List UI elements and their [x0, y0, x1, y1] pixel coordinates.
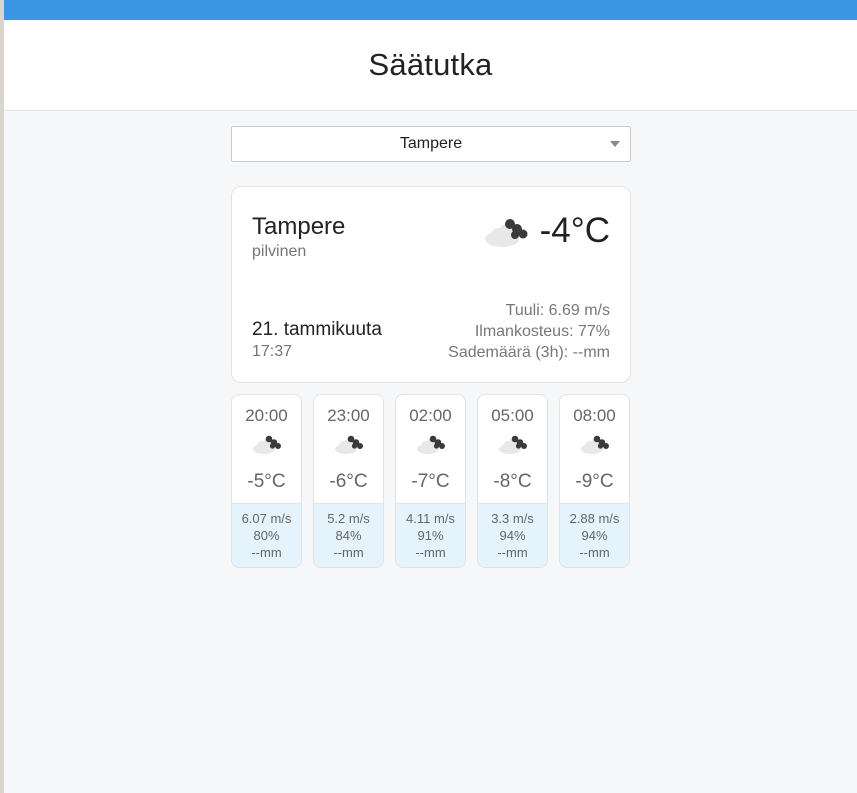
forecast-temp: -9°C [575, 471, 614, 492]
forecast-card: 05:00 -8°C 3.3 m/s 94% --mm [477, 394, 548, 568]
forecast-details: 2.88 m/s 94% --mm [560, 503, 629, 567]
wind-text: Tuuli: 6.69 m/s [505, 302, 610, 319]
city-select[interactable]: Tampere [231, 126, 631, 162]
forecast-wind: 5.2 m/s [327, 511, 370, 526]
forecast-time: 05:00 [491, 406, 534, 425]
current-details: Tuuli: 6.69 m/s Ilmankosteus: 77% Sademä… [448, 300, 610, 363]
forecast-precip: --mm [497, 545, 528, 560]
forecast-temp: -6°C [329, 471, 368, 492]
forecast-details: 3.3 m/s 94% --mm [478, 503, 547, 567]
chevron-down-icon [610, 141, 620, 147]
forecast-wind: 6.07 m/s [241, 511, 292, 526]
forecast-precip: --mm [579, 545, 610, 560]
forecast-details: 6.07 m/s 80% --mm [232, 503, 301, 567]
cloud-icon [580, 434, 610, 459]
current-date: 21. tammikuuta [252, 319, 382, 340]
forecast-card: 23:00 -6°C 5.2 m/s 84% --mm [313, 394, 384, 568]
window-edge [0, 0, 4, 793]
cloud-icon [416, 434, 446, 459]
humidity-text: Ilmankosteus: 77% [474, 323, 610, 340]
forecast-precip: --mm [251, 545, 282, 560]
forecast-humidity: 94% [581, 528, 608, 543]
forecast-time: 23:00 [327, 406, 370, 425]
forecast-wind: 2.88 m/s [569, 511, 620, 526]
forecast-time: 20:00 [245, 406, 288, 425]
forecast-humidity: 94% [499, 528, 526, 543]
forecast-time: 08:00 [573, 406, 616, 425]
forecast-precip: --mm [333, 545, 364, 560]
forecast-temp: -7°C [411, 471, 450, 492]
current-temperature: -4°C [539, 211, 610, 250]
cloud-icon [334, 434, 364, 459]
forecast-temp: -8°C [493, 471, 532, 492]
city-select-value: Tampere [399, 135, 463, 152]
cloud-icon [498, 434, 528, 459]
forecast-details: 5.2 m/s 84% --mm [314, 503, 383, 567]
forecast-time: 02:00 [409, 406, 452, 425]
top-accent-bar [4, 0, 857, 20]
current-description: pilvinen [252, 243, 307, 260]
forecast-wind: 4.11 m/s [406, 511, 455, 526]
cloud-icon [484, 215, 530, 254]
current-time: 17:37 [252, 343, 293, 360]
page-header: Säätutka [4, 20, 857, 111]
page-title: Säätutka [368, 47, 493, 82]
current-weather-card: Tampere pilvinen -4°C 21. tammikuuta 17:… [231, 186, 631, 383]
forecast-card: 02:00 -7°C 4.11 m/s 91% --mm [395, 394, 466, 568]
forecast-humidity: 80% [253, 528, 280, 543]
forecast-temp: -5°C [247, 471, 286, 492]
forecast-precip: --mm [415, 545, 446, 560]
forecast-details: 4.11 m/s 91% --mm [396, 503, 465, 567]
forecast-humidity: 91% [417, 528, 444, 543]
precipitation-text: Sademäärä (3h): --mm [448, 344, 610, 361]
current-city: Tampere [252, 213, 346, 240]
forecast-card: 20:00 -5°C 6.07 m/s 80% --mm [231, 394, 302, 568]
forecast-wind: 3.3 m/s [491, 511, 534, 526]
forecast-card: 08:00 -9°C 2.88 m/s 94% --mm [559, 394, 630, 568]
forecast-humidity: 84% [335, 528, 362, 543]
cloud-icon [252, 434, 282, 459]
